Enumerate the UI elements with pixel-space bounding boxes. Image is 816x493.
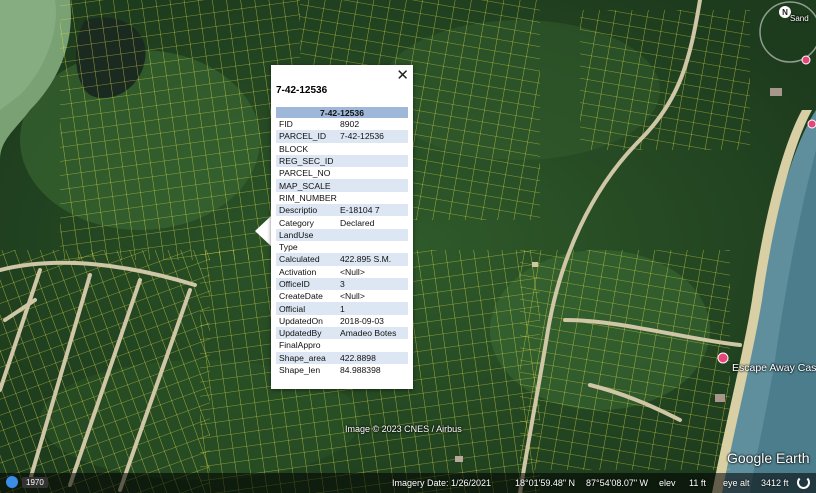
attribute-key: Descriptio — [276, 204, 337, 217]
eye-alt-label: eye alt — [723, 478, 750, 488]
attribute-value — [337, 241, 408, 253]
attribute-row: Calculated 422.895 S.M. — [276, 253, 408, 266]
attribute-value — [337, 154, 408, 168]
attribute-value — [337, 339, 408, 351]
attribute-key: Activation — [279, 266, 317, 277]
attribute-table: 7-42-12536 FID 8902 PARCEL_ID 7-42-12536 BLO… — [276, 107, 408, 376]
attribute-key: Shape_area — [276, 351, 337, 364]
place-pin-icon — [807, 119, 816, 129]
attribute-value: <Null> — [340, 291, 365, 302]
attribute-key: Calculated — [276, 253, 337, 266]
attribute-row: REG_SEC_ID — [276, 154, 408, 168]
latitude-readout: 18°01'59.48" N — [515, 478, 576, 488]
attribute-row: BLOCK — [276, 143, 408, 155]
attribute-row: Category Declared — [276, 216, 408, 228]
attribute-row: CreateDate <Null> — [276, 290, 408, 302]
attribute-key: RIM_NUMBER — [279, 192, 337, 203]
attribute-key: UpdatedBy — [276, 327, 337, 340]
attribute-key: MAP_SCALE — [276, 179, 337, 192]
place-label-escape-away[interactable]: Escape Away Cas — [732, 362, 816, 374]
attribute-value: 8902 — [340, 119, 360, 130]
imagery-date: Imagery Date: 1/26/2021 — [392, 478, 492, 488]
attribute-row: OfficeID 3 — [276, 277, 408, 291]
attribute-value: 1 — [337, 302, 408, 315]
attribute-key: Type — [279, 242, 298, 253]
attribute-row: Descriptio E-18104 7 — [276, 204, 408, 217]
eye-alt-value: 3412 ft — [761, 478, 789, 488]
attribute-table-header: 7-42-12536 — [276, 107, 408, 118]
attribute-row: FID 8902 — [276, 118, 408, 130]
attribute-row: PARCEL_ID 7-42-12536 — [276, 130, 408, 143]
attribute-value: 7-42-12536 — [337, 130, 408, 143]
attribute-value: Declared — [340, 217, 375, 228]
attribute-row: Shape_len 84.988398 — [276, 364, 408, 376]
attribute-key: LandUse — [276, 228, 337, 241]
status-bar: 1970 Imagery Date: 1/26/2021 18°01'59.48… — [0, 473, 816, 493]
popup-pointer — [255, 215, 272, 247]
popup-title: 7-42-12536 — [276, 85, 328, 96]
attribute-value: 84.988398 — [340, 365, 381, 376]
attribute-row: Type — [276, 241, 408, 253]
attribute-value: Amadeo Botes — [337, 327, 408, 340]
attribute-value: 422.8898 — [337, 351, 408, 364]
imagery-copyright: Image © 2023 CNES / Airbus — [345, 424, 462, 434]
attribute-key: Category — [279, 217, 314, 228]
attribute-key: UpdatedOn — [279, 315, 323, 326]
attribute-key: FinalAppro — [279, 340, 321, 351]
compass-n-label: N — [782, 8, 788, 17]
attribute-row: Activation <Null> — [276, 266, 408, 278]
attribute-row: FinalAppro — [276, 339, 408, 351]
attribute-key: PARCEL_ID — [276, 130, 337, 143]
attribute-key: BLOCK — [279, 143, 309, 154]
place-pin-icon — [717, 352, 729, 364]
attribute-key: CreateDate — [279, 291, 323, 302]
attribute-key: FID — [279, 119, 293, 130]
attribute-value: <Null> — [340, 266, 365, 277]
attribute-row: Shape_area 422.8898 — [276, 351, 408, 364]
attribute-value — [337, 143, 408, 155]
attribute-key: Official — [276, 302, 337, 315]
attribute-row: MAP_SCALE — [276, 179, 408, 192]
elevation-value: 11 ft — [689, 478, 706, 488]
close-icon[interactable]: ✕ — [396, 66, 409, 84]
attribute-row: LandUse — [276, 228, 408, 241]
elevation-label: elev — [659, 478, 676, 488]
attribute-value — [337, 192, 408, 204]
attribute-key: REG_SEC_ID — [276, 154, 337, 168]
attribute-value: E-18104 7 — [337, 204, 408, 217]
attribute-row: PARCEL_NO — [276, 167, 408, 179]
historical-year-badge[interactable]: 1970 — [22, 477, 48, 488]
attribute-key: PARCEL_NO — [279, 168, 331, 179]
feature-info-popup: ✕ 7-42-12536 7-42-12536 FID 8902 PARCEL_ID… — [271, 65, 413, 389]
attribute-row: RIM_NUMBER — [276, 192, 408, 204]
google-earth-logo: Google Earth — [727, 450, 810, 466]
attribute-value — [337, 228, 408, 241]
attribute-row: Official 1 — [276, 302, 408, 315]
attribute-value — [337, 167, 408, 179]
attribute-row: UpdatedOn 2018-09-03 — [276, 315, 408, 327]
attribute-value: 422.895 S.M. — [337, 253, 408, 266]
attribute-key: OfficeID — [276, 277, 337, 291]
place-label-sand[interactable]: Sand — [790, 14, 809, 23]
attribute-value — [337, 179, 408, 192]
longitude-readout: 87°54'08.07" W — [586, 478, 649, 488]
tour-icon[interactable] — [6, 476, 18, 488]
place-pin-icon — [801, 55, 811, 65]
loading-spinner-icon — [797, 476, 810, 489]
attribute-value: 2018-09-03 — [340, 315, 384, 326]
attribute-row: UpdatedBy Amadeo Botes — [276, 327, 408, 340]
attribute-value: 3 — [337, 277, 408, 291]
attribute-key: Shape_len — [279, 365, 321, 376]
